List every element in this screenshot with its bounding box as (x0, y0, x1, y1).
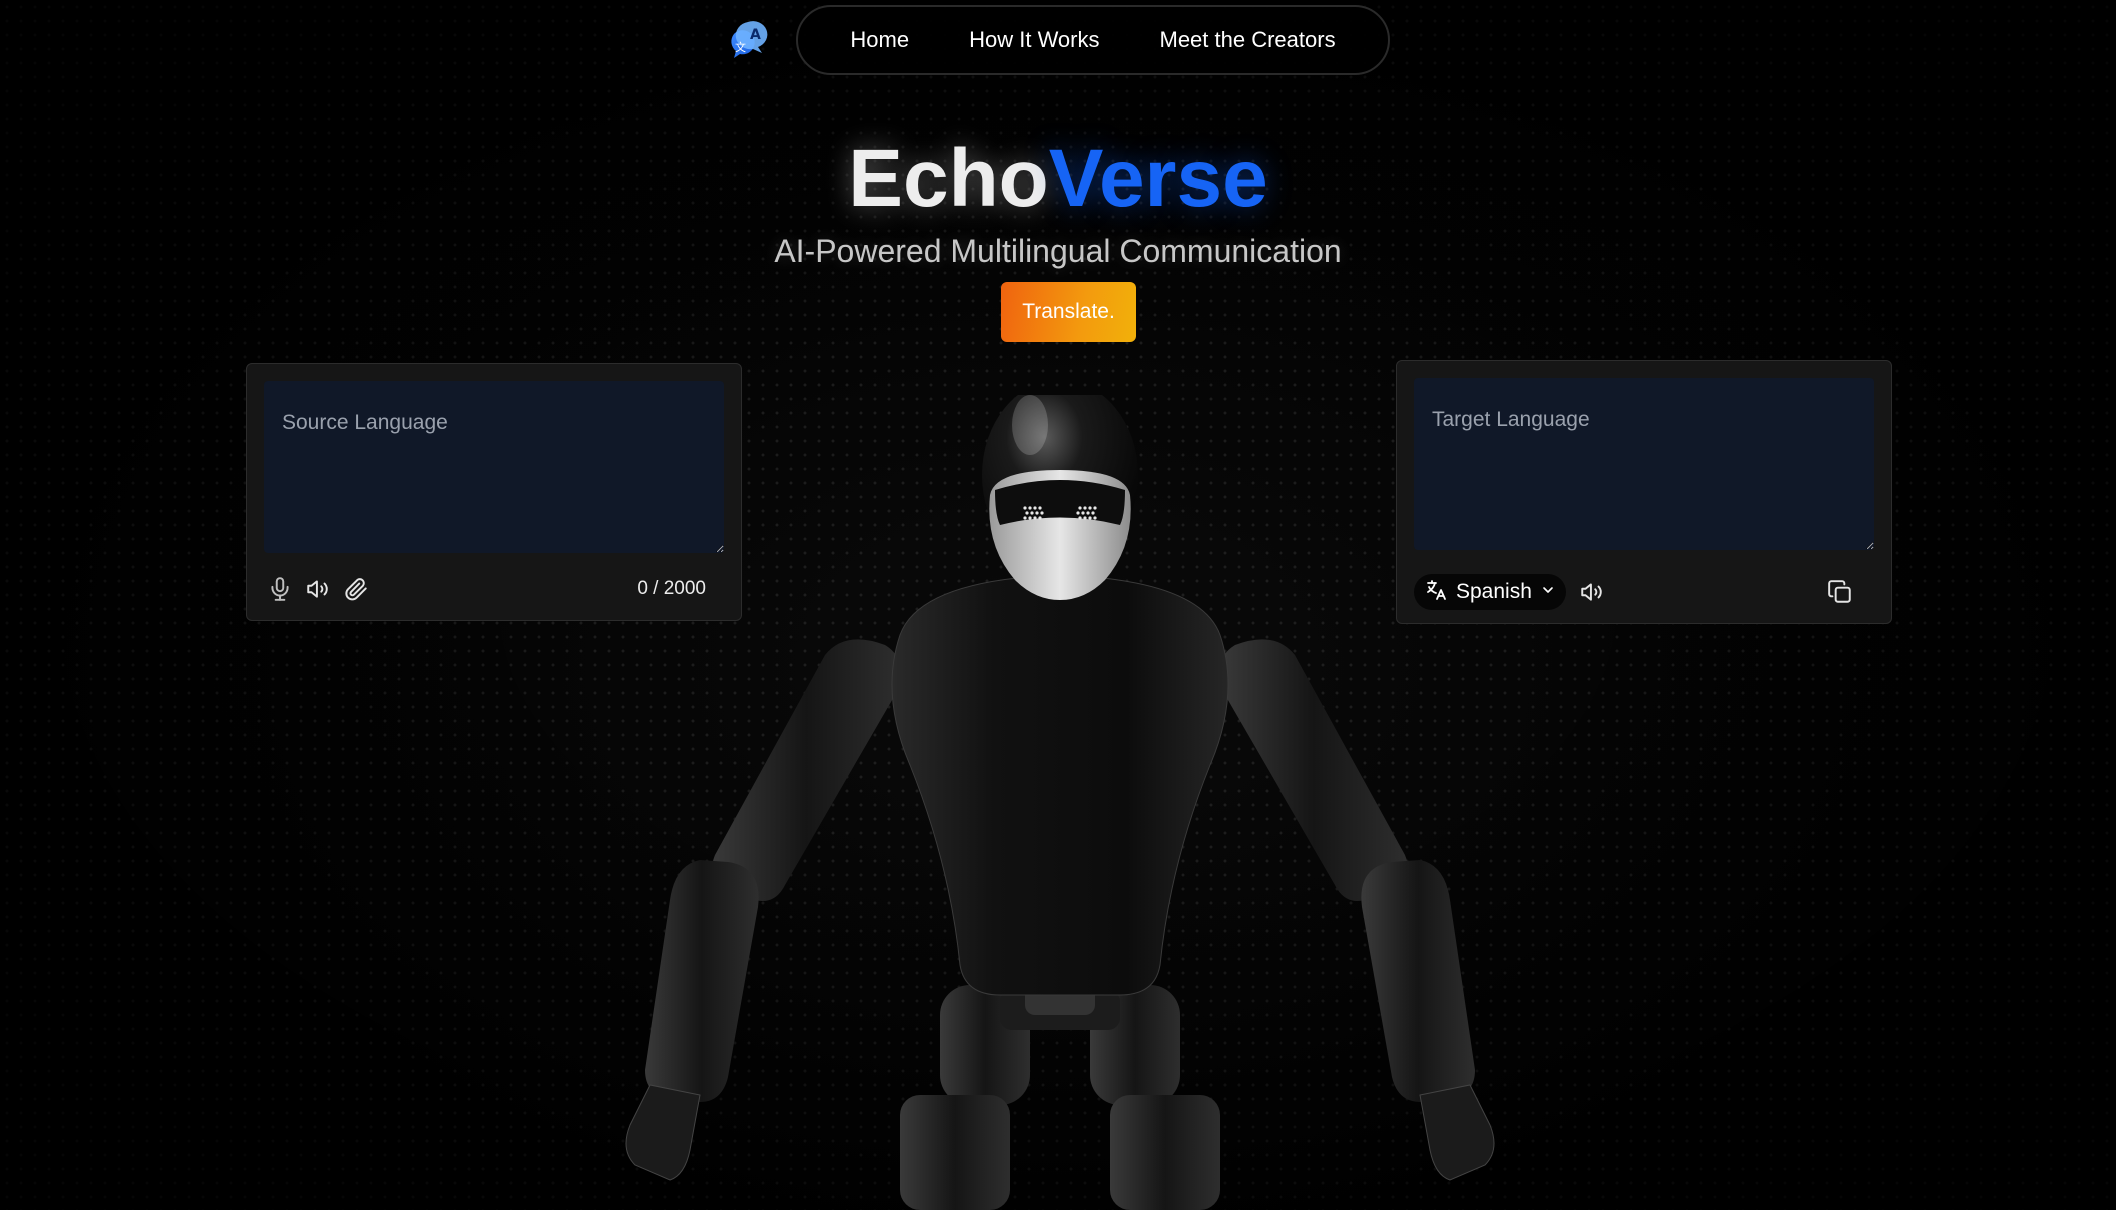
source-text-input[interactable] (264, 381, 724, 553)
page-subtitle: AI-Powered Multilingual Communication (774, 233, 1342, 269)
title-verse: Verse (1048, 133, 1268, 224)
page-title: EchoVerse (0, 132, 2116, 226)
translate-icon (1424, 578, 1448, 607)
target-language-select[interactable]: Spanish (1414, 574, 1566, 610)
robot-right-arm (1219, 639, 1495, 1181)
microphone-icon[interactable] (264, 573, 296, 605)
copy-icon[interactable] (1824, 576, 1856, 608)
target-language-label: Spanish (1456, 580, 1532, 603)
page: A 文 Home How It Works Meet the Creators … (0, 0, 2116, 1210)
speaker-icon[interactable] (1576, 576, 1608, 608)
target-text-output[interactable] (1414, 378, 1874, 550)
svg-text:文: 文 (735, 40, 746, 54)
main-nav: Home How It Works Meet the Creators (796, 5, 1390, 75)
chevron-down-icon (1540, 582, 1556, 603)
robot-legs (900, 975, 1220, 1210)
source-panel: 0 / 2000 (246, 363, 742, 621)
nav-how-it-works[interactable]: How It Works (969, 27, 1099, 53)
source-toolbar: 0 / 2000 (264, 570, 724, 608)
target-panel: Spanish (1396, 360, 1892, 624)
svg-text:A: A (750, 27, 761, 43)
target-toolbar: Spanish (1414, 573, 1874, 611)
translate-button[interactable]: Translate. (1001, 282, 1136, 342)
title-echo: Echo (848, 133, 1049, 224)
paperclip-icon[interactable] (340, 573, 372, 605)
speaker-icon[interactable] (302, 573, 334, 605)
character-counter: 0 / 2000 (637, 578, 706, 599)
translate-logo-icon[interactable]: A 文 (726, 16, 776, 66)
nav-meet-the-creators[interactable]: Meet the Creators (1160, 27, 1336, 53)
robot-left-arm (625, 639, 901, 1181)
robot-head (982, 395, 1138, 600)
robot-torso (891, 574, 1229, 996)
nav-home[interactable]: Home (850, 27, 909, 53)
